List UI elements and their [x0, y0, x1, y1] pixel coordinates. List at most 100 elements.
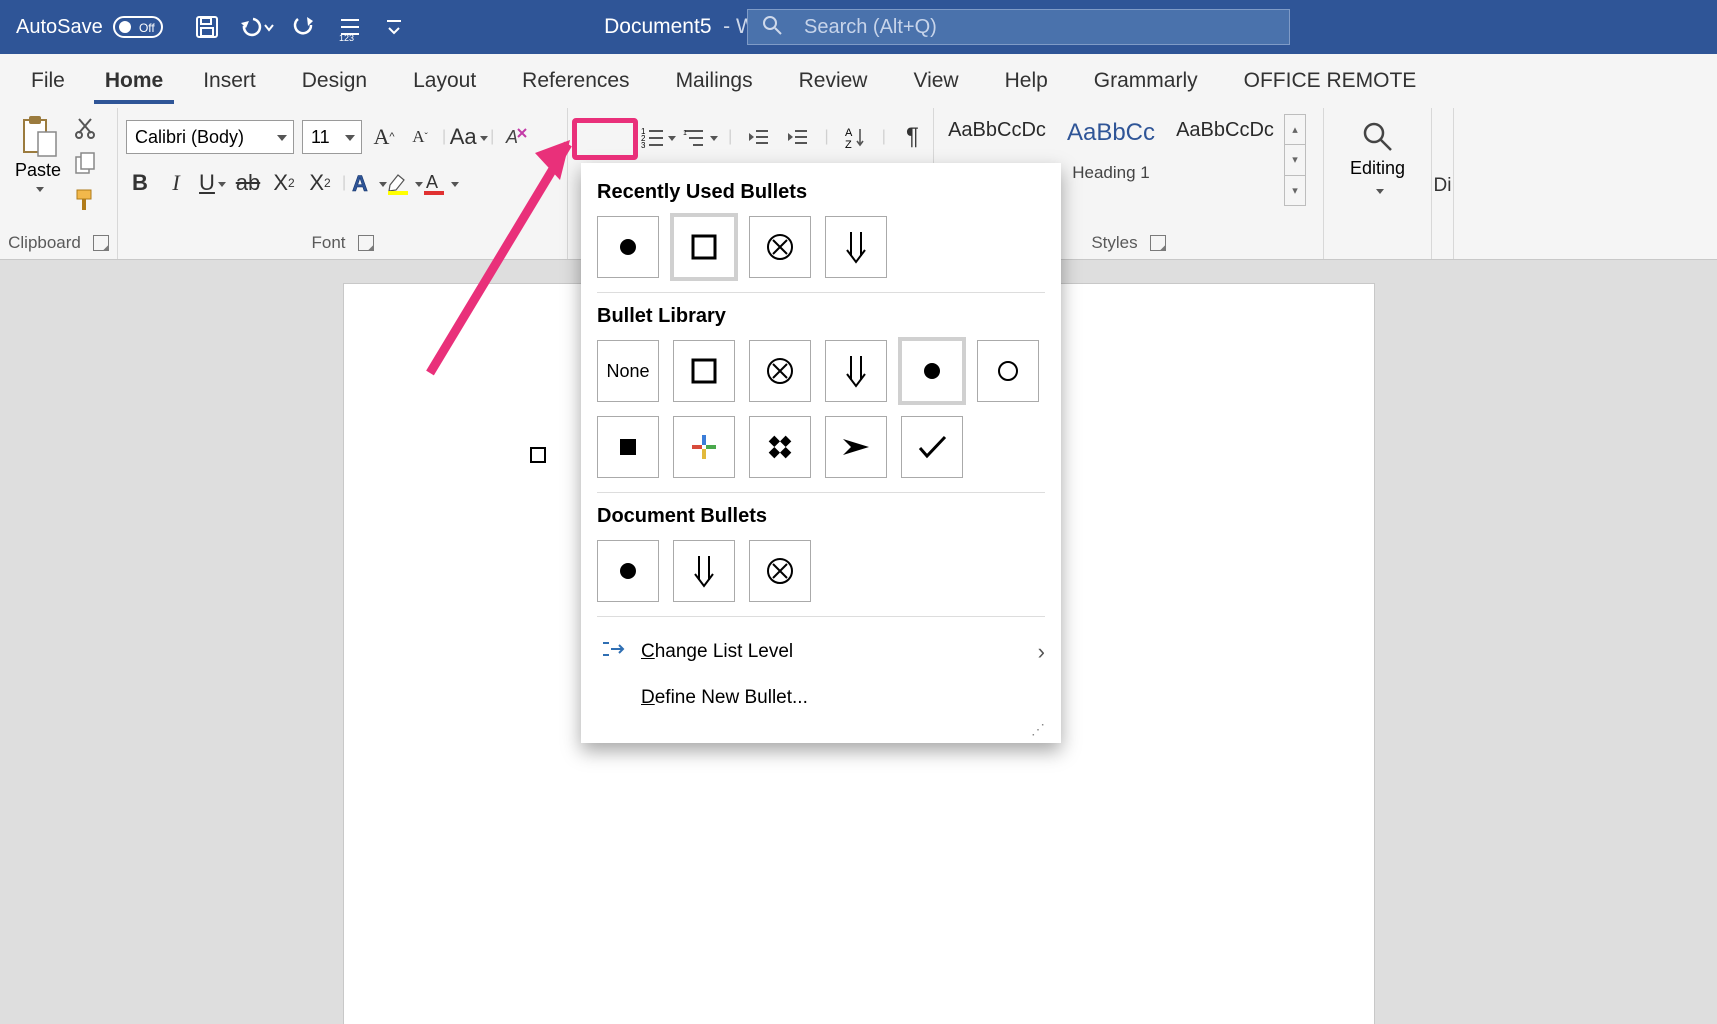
doc-name: Document5 [604, 15, 711, 38]
svg-text:A: A [352, 171, 368, 196]
dd-section-document: Document Bullets [597, 505, 1045, 528]
search-input[interactable] [804, 16, 1275, 39]
paste-caret-icon [33, 181, 43, 199]
increase-indent-icon[interactable] [785, 123, 810, 151]
font-name-value: Calibri (Body) [135, 127, 244, 148]
qat-more-icon[interactable] [385, 17, 403, 37]
change-list-level-label: Change List Level [641, 641, 793, 664]
paste-button[interactable]: Paste [8, 114, 68, 217]
sort-icon[interactable]: AZ [843, 123, 868, 151]
tab-layout[interactable]: Layout [390, 69, 499, 93]
show-marks-icon[interactable]: ¶ [900, 123, 925, 151]
bullet-doc-circle-x[interactable] [749, 540, 811, 602]
tab-view[interactable]: View [890, 69, 981, 93]
autosave-switch[interactable]: Off [113, 16, 163, 38]
underline-button[interactable]: U [198, 169, 226, 197]
editing-caret-icon [1373, 183, 1383, 201]
bullet-recent-circle-x[interactable] [749, 216, 811, 278]
cut-icon[interactable] [74, 116, 96, 145]
svg-text:3: 3 [641, 141, 646, 150]
page-bullet-glyph [530, 447, 546, 463]
bullets-dropdown: Recently Used Bullets Bullet Library Non… [581, 163, 1061, 743]
clipboard-group-label: Clipboard [8, 233, 81, 253]
italic-button[interactable]: I [162, 169, 190, 197]
styles-launcher-icon[interactable] [1150, 235, 1166, 251]
redo-icon[interactable] [293, 15, 317, 39]
tab-file[interactable]: File [8, 69, 88, 93]
resize-gripper-icon[interactable]: ⋰ [1031, 721, 1045, 735]
copy-icon[interactable] [74, 152, 96, 181]
bullet-lib-square-filled[interactable] [597, 416, 659, 478]
styles-scroll[interactable]: ▴ ▾ ▾ [1284, 114, 1306, 206]
bullet-doc-double-arrow[interactable] [673, 540, 735, 602]
bullet-lib-four-color[interactable] [673, 416, 735, 478]
styles-down-icon[interactable]: ▾ [1285, 145, 1305, 175]
annotation-highlight [572, 118, 638, 160]
decrease-indent-icon[interactable] [746, 123, 771, 151]
font-size-select[interactable]: 11 [302, 120, 362, 154]
strikethrough-button[interactable]: ab [234, 169, 262, 197]
style-extra[interactable]: AaBbCcDc¶ Normal [1170, 114, 1280, 188]
styles-more-icon[interactable]: ▾ [1285, 176, 1305, 205]
tab-help[interactable]: Help [982, 69, 1071, 93]
find-icon [1361, 120, 1395, 154]
text-effects-icon[interactable]: A [354, 169, 382, 197]
tab-design[interactable]: Design [279, 69, 390, 93]
bullet-lib-double-arrow[interactable] [825, 340, 887, 402]
multilevel-button[interactable]: 1 [686, 123, 714, 151]
bullet-recent-disc[interactable] [597, 216, 659, 278]
tab-grammarly[interactable]: Grammarly [1071, 69, 1221, 93]
bullet-lib-square-outline[interactable] [673, 340, 735, 402]
font-name-select[interactable]: Calibri (Body) [126, 120, 294, 154]
editing-button[interactable]: Editing [1332, 114, 1423, 201]
bullet-none[interactable]: None [597, 340, 659, 402]
highlight-color-icon[interactable] [390, 169, 418, 197]
style-heading-1[interactable]: AaBbCcHeading 1 [1056, 114, 1166, 188]
tab-insert[interactable]: Insert [180, 69, 279, 93]
bullet-lib-checkmark[interactable] [901, 416, 963, 478]
font-size-value: 11 [311, 127, 330, 148]
bullet-lib-four-diamond[interactable] [749, 416, 811, 478]
bullet-lib-circle-x[interactable] [749, 340, 811, 402]
svg-text:Z: Z [845, 139, 852, 151]
clipboard-launcher-icon[interactable] [93, 235, 109, 251]
font-launcher-icon[interactable] [358, 235, 374, 251]
bullet-recent-square-outline[interactable] [673, 216, 735, 278]
bullet-lib-open-circle[interactable] [977, 340, 1039, 402]
paste-label: Paste [15, 160, 61, 181]
tab-home[interactable]: Home [88, 69, 180, 93]
numbering-button[interactable]: 123 [644, 123, 672, 151]
line-numbering-icon[interactable]: 123 [337, 15, 365, 39]
undo-icon[interactable] [239, 15, 273, 39]
save-icon[interactable] [195, 15, 219, 39]
bullet-recent-double-arrow[interactable] [825, 216, 887, 278]
define-new-bullet[interactable]: Define New Bullet... [597, 675, 1045, 721]
subscript-button[interactable]: X2 [270, 169, 298, 197]
change-case-button[interactable]: Aa [454, 123, 482, 151]
autosave-toggle[interactable]: AutoSave Off [16, 16, 163, 39]
title-bar: AutoSave Off 123 Document5 - Word [0, 0, 1717, 54]
bullet-lib-disc[interactable] [901, 340, 963, 402]
bullet-lib-arrowhead[interactable] [825, 416, 887, 478]
shrink-font-icon[interactable]: Aˇ [406, 123, 434, 151]
tab-references[interactable]: References [499, 69, 652, 93]
tab-office-remote[interactable]: OFFICE REMOTE [1221, 69, 1440, 93]
group-cutoff-1: Di [1432, 108, 1454, 259]
bold-button[interactable]: B [126, 169, 154, 197]
tab-review[interactable]: Review [776, 69, 891, 93]
dd-section-library: Bullet Library [597, 305, 1045, 328]
superscript-button[interactable]: X2 [306, 169, 334, 197]
ribbon-tabs: File Home Insert Design Layout Reference… [0, 54, 1717, 108]
define-new-bullet-label: Define New Bullet... [641, 687, 808, 709]
bullet-doc-disc[interactable] [597, 540, 659, 602]
font-color-icon[interactable]: A [426, 169, 454, 197]
change-list-level[interactable]: Change List Level › [597, 629, 1045, 675]
search-box[interactable] [747, 9, 1290, 45]
clear-formatting-icon[interactable]: A [502, 123, 530, 151]
format-painter-icon[interactable] [74, 188, 96, 217]
grow-font-icon[interactable]: A^ [370, 123, 398, 151]
svg-text:A: A [845, 127, 853, 139]
styles-up-icon[interactable]: ▴ [1285, 115, 1305, 145]
svg-text:A: A [505, 127, 518, 147]
tab-mailings[interactable]: Mailings [653, 69, 776, 93]
